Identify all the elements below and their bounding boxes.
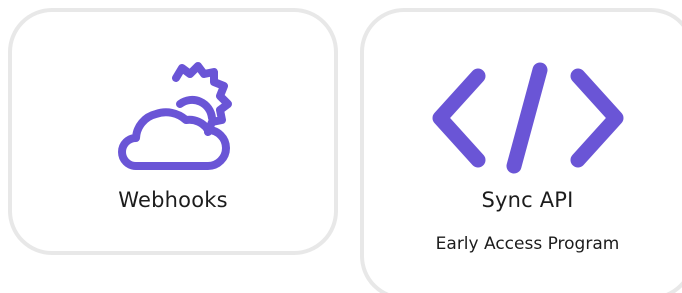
sync-api-label: Sync API [481, 188, 574, 212]
early-access-label: Early Access Program [435, 234, 620, 254]
sync-api-card[interactable]: Sync API Early Access Program [360, 8, 682, 293]
webhooks-label: Webhooks [118, 188, 228, 212]
code-icon [428, 56, 628, 180]
integration-options: Webhooks Sync API Early Access Program [0, 0, 682, 293]
cloud-sun-gear-icon [114, 54, 234, 174]
webhooks-card[interactable]: Webhooks [8, 8, 338, 255]
